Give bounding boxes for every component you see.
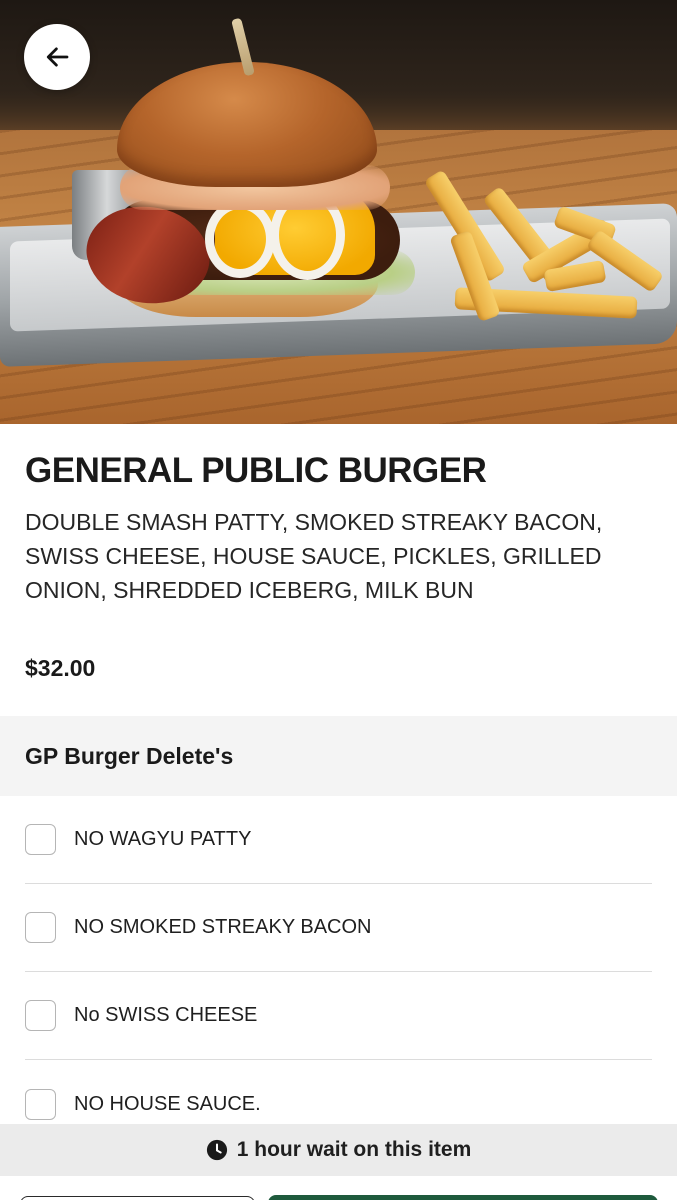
modifier-options-list: NO WAGYU PATTY NO SMOKED STREAKY BACON N… <box>0 796 677 1148</box>
bottom-action-bar <box>0 1176 677 1200</box>
clock-icon <box>206 1139 228 1161</box>
modifier-section-title: GP Burger Delete's <box>25 742 234 769</box>
wait-time-banner: 1 hour wait on this item <box>0 1124 677 1176</box>
wait-time-text: 1 hour wait on this item <box>236 1138 472 1161</box>
quantity-stepper[interactable] <box>20 1196 255 1200</box>
option-no-smoked-streaky-bacon[interactable]: NO SMOKED STREAKY BACON <box>25 884 652 972</box>
checkbox[interactable] <box>25 1000 56 1031</box>
option-label: NO SMOKED STREAKY BACON <box>74 916 372 938</box>
checkbox[interactable] <box>25 912 56 943</box>
item-price: $32.00 <box>25 655 96 681</box>
option-label: NO WAGYU PATTY <box>74 828 252 850</box>
product-image <box>0 0 677 424</box>
modifier-section-header: GP Burger Delete's <box>0 716 677 796</box>
option-no-swiss-cheese[interactable]: No SWISS CHEESE <box>25 972 652 1060</box>
option-label: NO HOUSE SAUCE. <box>74 1092 261 1115</box>
add-to-order-button[interactable] <box>268 1195 658 1200</box>
item-description: DOUBLE SMASH PATTY, SMOKED STREAKY BACON… <box>25 509 603 603</box>
back-button[interactable] <box>24 24 90 90</box>
item-title: GENERAL PUBLIC BURGER <box>25 451 487 490</box>
checkbox[interactable] <box>25 824 56 855</box>
item-detail-page: GENERAL PUBLIC BURGER DOUBLE SMASH PATTY… <box>0 0 677 1200</box>
checkbox[interactable] <box>25 1088 56 1120</box>
option-label: No SWISS CHEESE <box>74 1004 258 1026</box>
option-no-wagyu-patty[interactable]: NO WAGYU PATTY <box>25 796 652 884</box>
arrow-left-icon <box>42 42 72 72</box>
